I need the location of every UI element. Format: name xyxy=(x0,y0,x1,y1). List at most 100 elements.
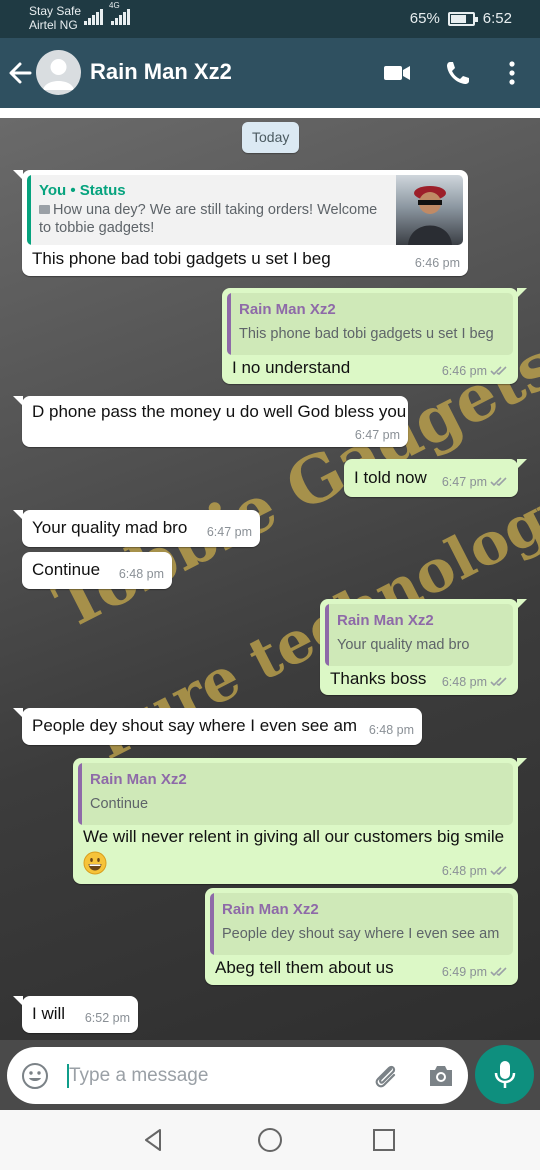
message-time: 6:47 pm xyxy=(441,475,487,489)
double-check-icon xyxy=(490,967,507,977)
message-time: 6:46 pm xyxy=(441,364,487,378)
message-meta: 6:49 pm xyxy=(442,965,510,979)
message-time: 6:48 pm xyxy=(441,864,487,878)
message-text: I told now xyxy=(354,468,427,487)
carrier-line-2: Airtel NG xyxy=(29,18,78,32)
quoted-message[interactable]: Rain Man Xz2 People dey shout say where … xyxy=(210,893,513,955)
date-chip: Today xyxy=(242,122,300,153)
quote-accent-bar xyxy=(78,763,82,825)
double-check-icon xyxy=(490,477,507,487)
mic-button[interactable] xyxy=(475,1045,534,1104)
image-icon xyxy=(39,205,50,214)
mic-icon xyxy=(494,1061,516,1088)
message-text: D phone pass the money u do well God ble… xyxy=(32,402,407,421)
double-check-icon xyxy=(490,866,507,876)
message-text: I will xyxy=(32,1004,66,1023)
message-incoming[interactable]: You • Status How una dey? We are still t… xyxy=(13,170,468,276)
status-thumbnail xyxy=(396,175,463,245)
clock: 6:52 xyxy=(482,10,512,27)
message-outgoing[interactable]: Rain Man Xz2 Your quality mad bro Thanks… xyxy=(320,599,527,695)
emoji-icon[interactable] xyxy=(21,1062,49,1090)
message-incoming[interactable]: I will 6:52 pm xyxy=(13,996,138,1033)
system-navbar xyxy=(0,1110,540,1170)
message-text: We will never relent in giving all our c… xyxy=(83,827,505,846)
message-time: 6:47 pm xyxy=(206,525,252,539)
quote-text-line-1: How una dey? We are still taking orders!… xyxy=(39,202,377,218)
quote-text: This phone bad tobi gadgets u set I beg xyxy=(239,326,494,342)
quoted-message[interactable]: Rain Man Xz2 Continue xyxy=(78,763,513,825)
phone-icon[interactable] xyxy=(443,58,473,88)
double-check-icon xyxy=(490,677,507,687)
signal-icon-2 xyxy=(111,9,130,25)
more-vert-icon[interactable] xyxy=(497,58,527,88)
composer-bar: Type a message xyxy=(0,1040,540,1110)
message-outgoing[interactable]: Rain Man Xz2 People dey shout say where … xyxy=(205,888,518,985)
message-incoming[interactable]: Your quality mad bro 6:47 pm xyxy=(13,510,260,547)
message-time: 6:49 pm xyxy=(441,965,487,979)
grinning-face-icon xyxy=(83,851,107,875)
message-text: Abeg tell them about us xyxy=(215,958,394,977)
message-meta: 6:46 pm xyxy=(442,364,510,378)
message-time: 6:48 pm xyxy=(441,675,487,689)
quoted-message[interactable]: Rain Man Xz2 Your quality mad bro xyxy=(325,604,513,666)
attach-icon[interactable] xyxy=(371,1061,401,1091)
message-incoming[interactable]: People dey shout say where I even see am… xyxy=(13,708,422,745)
chat-header: Rain Man Xz2 xyxy=(0,38,540,108)
camera-icon[interactable] xyxy=(426,1062,456,1090)
quote-accent-bar xyxy=(210,893,214,955)
carrier-line-1: Stay Safe xyxy=(29,4,82,18)
battery-fill xyxy=(450,14,466,23)
quote-author: You • Status xyxy=(39,182,126,199)
quote-accent-bar xyxy=(325,604,329,666)
message-outgoing[interactable]: Rain Man Xz2 Continue We will never rele… xyxy=(73,758,527,884)
message-incoming[interactable]: Continue 6:48 pm xyxy=(22,552,172,589)
message-text: I no understand xyxy=(232,358,351,377)
nav-back-icon[interactable] xyxy=(140,1126,168,1154)
message-text: People dey shout say where I even see am xyxy=(32,716,358,735)
quote-text: People dey shout say where I even see am xyxy=(222,926,500,942)
message-time: 6:48 pm xyxy=(368,723,414,737)
back-arrow-icon[interactable] xyxy=(6,58,34,88)
message-time: 6:46 pm xyxy=(414,256,460,270)
quote-text: Your quality mad bro xyxy=(337,637,470,653)
avatar[interactable] xyxy=(36,50,81,95)
message-text: This phone bad tobi gadgets u set I beg xyxy=(32,249,331,268)
message-outgoing[interactable]: I told now 6:47 pm xyxy=(344,459,527,497)
status-bar: Stay Safe Airtel NG 4G 65% 6:52 xyxy=(0,0,540,38)
message-meta: 6:48 pm xyxy=(442,675,510,689)
battery-percent: 65% xyxy=(409,10,440,27)
quoted-message[interactable]: Rain Man Xz2 This phone bad tobi gadgets… xyxy=(227,293,513,355)
quote-text-line-2: to tobbie gadgets! xyxy=(39,220,155,236)
quote-author: Rain Man Xz2 xyxy=(90,771,187,788)
message-time: 6:52 pm xyxy=(84,1011,130,1025)
message-time: 6:48 pm xyxy=(118,567,164,581)
video-call-icon[interactable] xyxy=(382,58,412,88)
signal-icon xyxy=(84,9,103,25)
chat-area[interactable]: Tobbie Gadgets Pure technology Today You… xyxy=(0,118,540,1040)
quote-author: Rain Man Xz2 xyxy=(239,301,336,318)
message-input[interactable]: Type a message xyxy=(7,1047,468,1104)
quote-author: Rain Man Xz2 xyxy=(222,901,319,918)
nav-recents-icon[interactable] xyxy=(370,1126,398,1154)
message-text: Thanks boss xyxy=(330,669,427,688)
network-type: 4G xyxy=(109,1,120,10)
header-divider xyxy=(0,108,540,118)
quote-text: Continue xyxy=(90,796,149,812)
contact-name[interactable]: Rain Man Xz2 xyxy=(90,59,232,85)
quote-accent-bar xyxy=(227,293,231,355)
status-right: 65% 6:52 xyxy=(410,10,512,27)
message-meta: 6:48 pm xyxy=(442,864,510,878)
message-text: Continue xyxy=(32,560,101,579)
grinning-face-emoji xyxy=(83,851,107,875)
message-meta: 6:47 pm xyxy=(442,475,510,489)
quoted-status[interactable]: You • Status How una dey? We are still t… xyxy=(27,175,463,245)
message-outgoing[interactable]: Rain Man Xz2 This phone bad tobi gadgets… xyxy=(222,288,527,384)
battery-icon xyxy=(447,11,478,26)
quote-text-line-1-text: How una dey? We are still taking orders!… xyxy=(53,202,378,218)
nav-home-icon[interactable] xyxy=(256,1126,284,1154)
message-incoming[interactable]: D phone pass the money u do well God ble… xyxy=(13,396,408,447)
message-placeholder: Type a message xyxy=(69,1065,209,1086)
message-text: Your quality mad bro xyxy=(32,518,188,537)
double-check-icon xyxy=(490,366,507,376)
signal-indicators: 4G xyxy=(84,1,130,25)
